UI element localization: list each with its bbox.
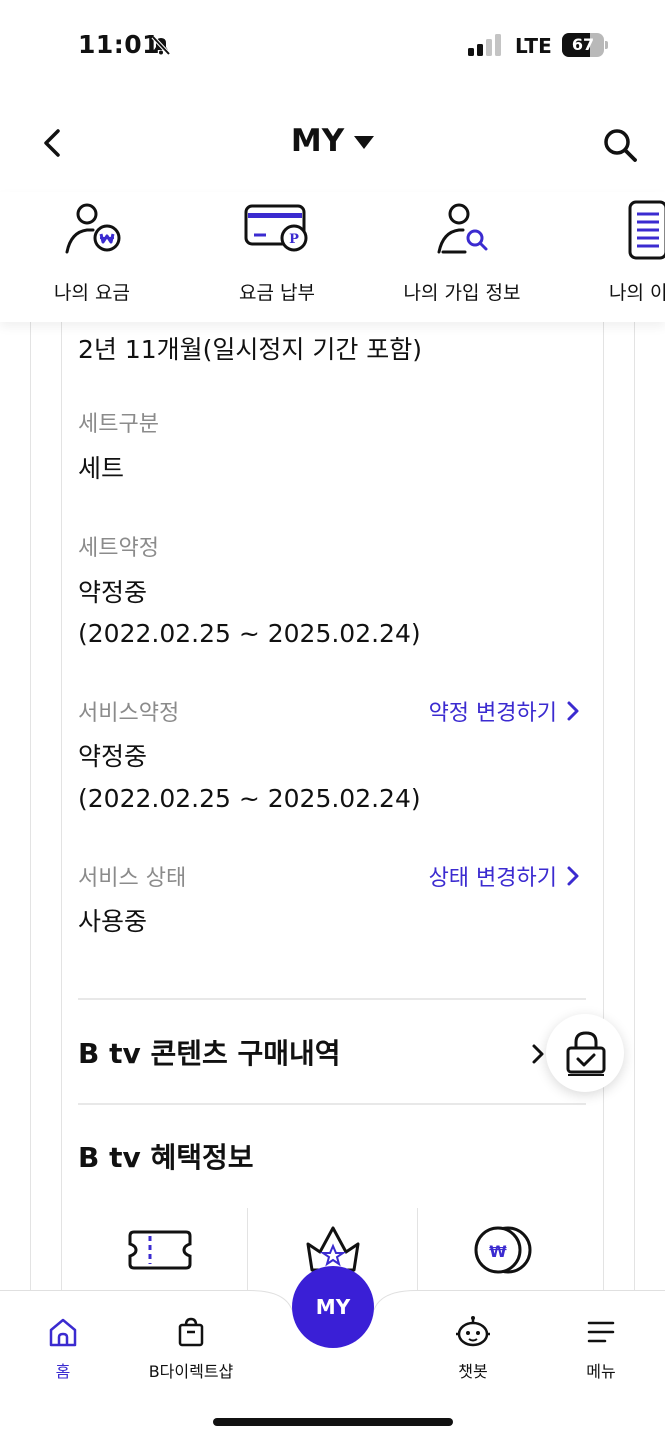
nav-label: B다이렉트샵 — [148, 1362, 234, 1381]
quick-menu-label: 요금 납부 — [239, 282, 315, 304]
svg-text:P: P — [289, 232, 299, 247]
my-button[interactable]: MY — [292, 1266, 374, 1348]
nav-label: 챗봇 — [458, 1362, 488, 1381]
network-type: LTE — [515, 34, 552, 58]
app-header: MY — [0, 105, 665, 185]
column-divider — [247, 1208, 248, 1298]
purchase-history-title[interactable]: B tv 콘텐츠 구매내역 — [78, 1032, 341, 1072]
quick-menu-label: 나의 이용 — [609, 282, 665, 304]
card-pay-icon: P — [244, 204, 308, 252]
won-coins-icon[interactable]: ₩ — [470, 1222, 540, 1278]
lock-check-icon — [566, 1031, 606, 1076]
service-state-label: 서비스 상태 — [78, 866, 187, 891]
quick-menu-usage[interactable]: 나의 이용 — [562, 192, 665, 322]
service-contract-range: (2022.02.25 ~ 2025.02.24) — [78, 784, 421, 813]
quick-menu-my-fee[interactable]: 나의 요금 — [7, 192, 177, 322]
chevron-right-icon — [567, 701, 579, 721]
quick-menu-label: 나의 가입 정보 — [403, 282, 521, 304]
benefits-title: B tv 혜택정보 — [78, 1141, 254, 1174]
page-title[interactable]: MY — [0, 123, 665, 159]
status-bar: 11:01 LTE 67 — [0, 0, 665, 92]
divider — [78, 998, 586, 1000]
quick-menu-label: 나의 요금 — [54, 282, 130, 304]
set-type-label: 세트구분 — [78, 412, 159, 437]
set-contract-range: (2022.02.25 ~ 2025.02.24) — [78, 619, 421, 648]
change-state-link[interactable]: 상태 변경하기 — [429, 860, 581, 892]
nav-label: 메뉴 — [586, 1362, 616, 1381]
search-icon[interactable] — [600, 125, 640, 165]
quick-menu-pay[interactable]: P 요금 납부 — [192, 192, 362, 322]
home-icon — [49, 1318, 77, 1347]
hamburger-menu-icon — [587, 1321, 615, 1343]
service-contract-label: 서비스약정 — [78, 701, 180, 726]
column-divider — [417, 1208, 418, 1298]
change-contract-link[interactable]: 약정 변경하기 — [429, 695, 581, 727]
divider — [78, 1103, 586, 1105]
nav-menu[interactable]: 메뉴 — [541, 1310, 661, 1381]
change-state-text: 상태 변경하기 — [428, 866, 557, 891]
quick-menu-subscription[interactable]: 나의 가입 정보 — [377, 192, 547, 322]
nav-label: 홈 — [55, 1362, 71, 1381]
document-list-icon — [628, 200, 665, 260]
nav-chatbot[interactable]: 챗봇 — [413, 1310, 533, 1381]
battery-icon: 67 — [562, 33, 608, 57]
lock-check-button[interactable] — [546, 1014, 624, 1092]
status-time: 11:01 — [78, 30, 161, 59]
shopping-bag-icon — [178, 1317, 204, 1347]
service-contract-status: 약정중 — [78, 742, 148, 771]
page-title-text: MY — [290, 123, 345, 159]
nav-shop[interactable]: B다이렉트샵 — [131, 1310, 251, 1381]
battery-level: 67 — [571, 35, 595, 54]
caret-down-icon — [354, 136, 375, 149]
bell-off-icon — [151, 35, 171, 56]
set-type-value: 세트 — [78, 454, 125, 483]
user-coin-icon — [65, 203, 121, 254]
quick-menu: 나의 요금 P 요금 납부 나의 가입 정보 나의 이용 — [0, 192, 665, 322]
contract-period: 2년 11개월(일시정지 기간 포함) — [78, 335, 423, 364]
ticket-icon[interactable] — [126, 1222, 196, 1278]
set-contract-label: 세트약정 — [78, 536, 159, 561]
nav-home[interactable]: 홈 — [3, 1310, 123, 1381]
chevron-right-icon — [567, 866, 579, 886]
home-indicator — [213, 1418, 453, 1426]
user-search-icon — [437, 203, 488, 254]
robot-icon — [456, 1316, 490, 1347]
chevron-right-icon[interactable] — [530, 1042, 546, 1066]
service-state-value: 사용중 — [78, 907, 148, 936]
svg-text:₩: ₩ — [489, 1242, 507, 1261]
change-contract-text: 약정 변경하기 — [428, 701, 557, 726]
cellular-signal-icon — [468, 34, 501, 56]
set-contract-status: 약정중 — [78, 578, 148, 607]
